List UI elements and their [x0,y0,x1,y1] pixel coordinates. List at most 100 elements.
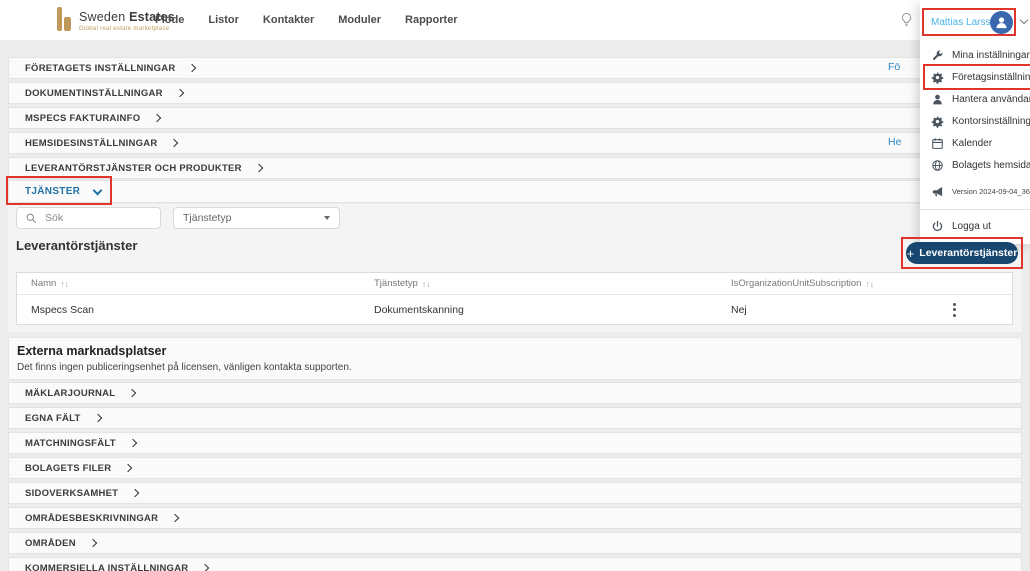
page-content: FÖRETAGETS INSTÄLLNINGAR DOKUMENTINSTÄLLN… [0,40,1030,571]
nav-item-fl-de[interactable]: Flöde [155,14,184,26]
accordion-label: OMRÅDEN [25,537,76,549]
chevron-right-icon [171,513,180,522]
chevron-right-icon [175,88,184,97]
menu-item-label: Logga ut [952,220,991,232]
accordion-f-retagets-inst-llningar[interactable]: FÖRETAGETS INSTÄLLNINGAR [8,57,1022,79]
nav-item-listor[interactable]: Listor [208,14,239,26]
accordion-label: KOMMERSIELLA INSTÄLLNINGAR [25,562,189,571]
menu-item-f-retagsinst-llningar[interactable]: Företagsinställningar [920,64,1030,90]
add-leverantorstjanster-button[interactable]: + Leverantörstjänster [906,242,1018,264]
lightbulb-icon[interactable] [899,10,914,29]
calendar-icon [930,136,944,150]
table-row: Mspecs Scan Dokumentskanning Nej [17,295,1012,324]
column-header-tj-nstetyp[interactable]: Tjänstetyp ↑↓ [374,278,731,289]
list-title: Leverantörstjänster [16,238,138,253]
menu-item-label: Kalender [952,137,993,149]
power-icon [930,219,944,233]
chevron-right-icon [201,563,210,571]
chevron-down-icon[interactable] [1019,15,1029,25]
menu-item-kontorsinst-llningar[interactable]: Kontorsinställningar [920,110,1030,132]
menu-item-mina-inst-llningar[interactable]: Mina inställningar [920,44,1030,66]
sort-icon: ↑↓ [60,278,69,289]
accordion-label: EGNA FÄLT [25,412,81,424]
accordion-matchningsf-lt[interactable]: MATCHNINGSFÄLT [8,432,1022,454]
accordion-egna-f-lt[interactable]: EGNA FÄLT [8,407,1022,429]
chevron-right-icon [188,63,197,72]
user-menu-trigger[interactable]: Mattias Larsson [922,8,1016,36]
search-input[interactable] [43,211,152,225]
menu-item-version-2024-09-04-36ee276e[interactable]: Version 2024-09-04_36ee276e [920,180,1030,202]
accordion-leverant-rstj-nster-och-produkter[interactable]: LEVERANTÖRSTJÄNSTER OCH PRODUKTER [8,157,1022,179]
chevron-down-icon [92,185,103,195]
truncated-link-text: He [888,136,902,148]
accordion-label: DOKUMENTINSTÄLLNINGAR [25,87,163,99]
menu-item-bolagets-hemsida[interactable]: Bolagets hemsida [920,154,1030,176]
accordion-label: HEMSIDESINSTÄLLNINGAR [25,137,158,149]
menu-item-label: Version 2024-09-04_36ee276e [952,186,1030,196]
service-type-select[interactable]: Tjänstetyp [173,207,340,229]
accordion-label: OMRÅDESBESKRIVNINGAR [25,512,159,524]
table-body: Mspecs Scan Dokumentskanning Nej [17,295,1012,324]
chevron-right-icon [254,163,263,172]
chevron-right-icon [170,138,179,147]
accordion-list-top: FÖRETAGETS INSTÄLLNINGAR DOKUMENTINSTÄLLN… [8,57,1022,182]
chevron-right-icon [128,438,137,447]
globe-icon [930,158,944,172]
accordion-kommersiella-inst-llningar[interactable]: KOMMERSIELLA INSTÄLLNINGAR [8,557,1022,571]
accordion-m-klarjournal[interactable]: MÄKLARJOURNAL [8,382,1022,404]
menu-item-label: Hantera användare [952,93,1030,105]
chevron-right-icon [88,538,98,547]
menu-item-logga-ut[interactable]: Logga ut [920,215,1030,237]
accordion-label: FÖRETAGETS INSTÄLLNINGAR [25,62,176,74]
user-menu-items: Mina inställningar Företagsinställningar H… [920,44,1030,237]
menu-item-label: Mina inställningar [952,49,1030,61]
accordion-list-bottom: MÄKLARJOURNAL EGNA FÄLT MATCHNINGSFÄLT BOLA… [8,382,1022,571]
accordion-omr-desbeskrivningar[interactable]: OMRÅDESBESKRIVNINGAR [8,507,1022,529]
search-box [16,207,161,229]
service-type-value: Tjänstetyp [183,212,232,224]
kebab-menu-icon[interactable] [942,299,966,321]
menu-item-hantera-anv-ndare[interactable]: Hantera användare [920,88,1030,110]
chevron-right-icon [130,488,140,497]
accordion-label: SIDOVERKSAMHET [25,487,119,499]
accordion-sidoverksamhet[interactable]: SIDOVERKSAMHET [8,482,1022,504]
column-header-label: IsOrganizationUnitSubscription [731,278,862,289]
column-header-namn[interactable]: Namn ↑↓ [31,278,374,289]
accordion-label: LEVERANTÖRSTJÄNSTER OCH PRODUKTER [25,162,242,174]
wrench-icon [930,48,944,62]
menu-item-label: Bolagets hemsida [952,159,1030,171]
nav-item-moduler[interactable]: Moduler [338,14,381,26]
user-dropdown-menu: Mattias Larsson Mina inställningar Företa… [920,0,1030,244]
accordion-mspecs-fakturainfo[interactable]: MSPECS FAKTURAINFO [8,107,1022,129]
accordion-bolagets-filer[interactable]: BOLAGETS FILER [8,457,1022,479]
table-header: Namn ↑↓ Tjänstetyp ↑↓ IsOrganizationUnitSubs… [17,273,1012,295]
user-name: Mattias Larsson [931,16,990,28]
cell: Mspecs Scan [31,303,95,316]
accordion-hemsidesinst-llningar[interactable]: HEMSIDESINSTÄLLNINGAR [8,132,1022,154]
column-header-label: Namn [31,278,57,289]
plus-icon: + [906,245,915,261]
accordion-label: MSPECS FAKTURAINFO [25,112,141,124]
services-table: Namn ↑↓ Tjänstetyp ↑↓ IsOrganizationUnitSubs… [16,272,1013,325]
nav-item-rapporter[interactable]: Rapporter [405,14,458,26]
chevron-right-icon [153,113,162,122]
nav-item-kontakter[interactable]: Kontakter [263,14,314,26]
brand-name-regular: Sweden [79,9,126,24]
accordion-tjanster[interactable]: TJÄNSTER [8,180,1022,203]
sort-icon: ↑↓ [421,278,431,289]
user-icon [930,92,944,106]
accordion-omr-den[interactable]: OMRÅDEN [8,532,1022,554]
top-bar: Sweden Estates Global real estate market… [0,0,1030,41]
avatar [990,10,1013,34]
column-header-label: Tjänstetyp [374,278,418,289]
cell: Dokumentskanning [374,303,464,316]
megaphone-icon [930,184,944,198]
menu-item-kalender[interactable]: Kalender [920,132,1030,154]
menu-item-label: Företagsinställningar [952,71,1030,83]
main-nav: Flöde Listor Kontakter Moduler Rapporter [155,0,458,40]
accordion-label: MATCHNINGSFÄLT [25,437,116,449]
accordion-dokumentinst-llningar[interactable]: DOKUMENTINSTÄLLNINGAR [8,82,1022,104]
column-header-isorganizationunitsubscription[interactable]: IsOrganizationUnitSubscription ↑↓ [731,278,942,289]
external-marketplaces-message: Det finns ingen publiceringsenhet på lic… [17,362,352,373]
accordion-tjanster-label: TJÄNSTER [25,186,81,197]
